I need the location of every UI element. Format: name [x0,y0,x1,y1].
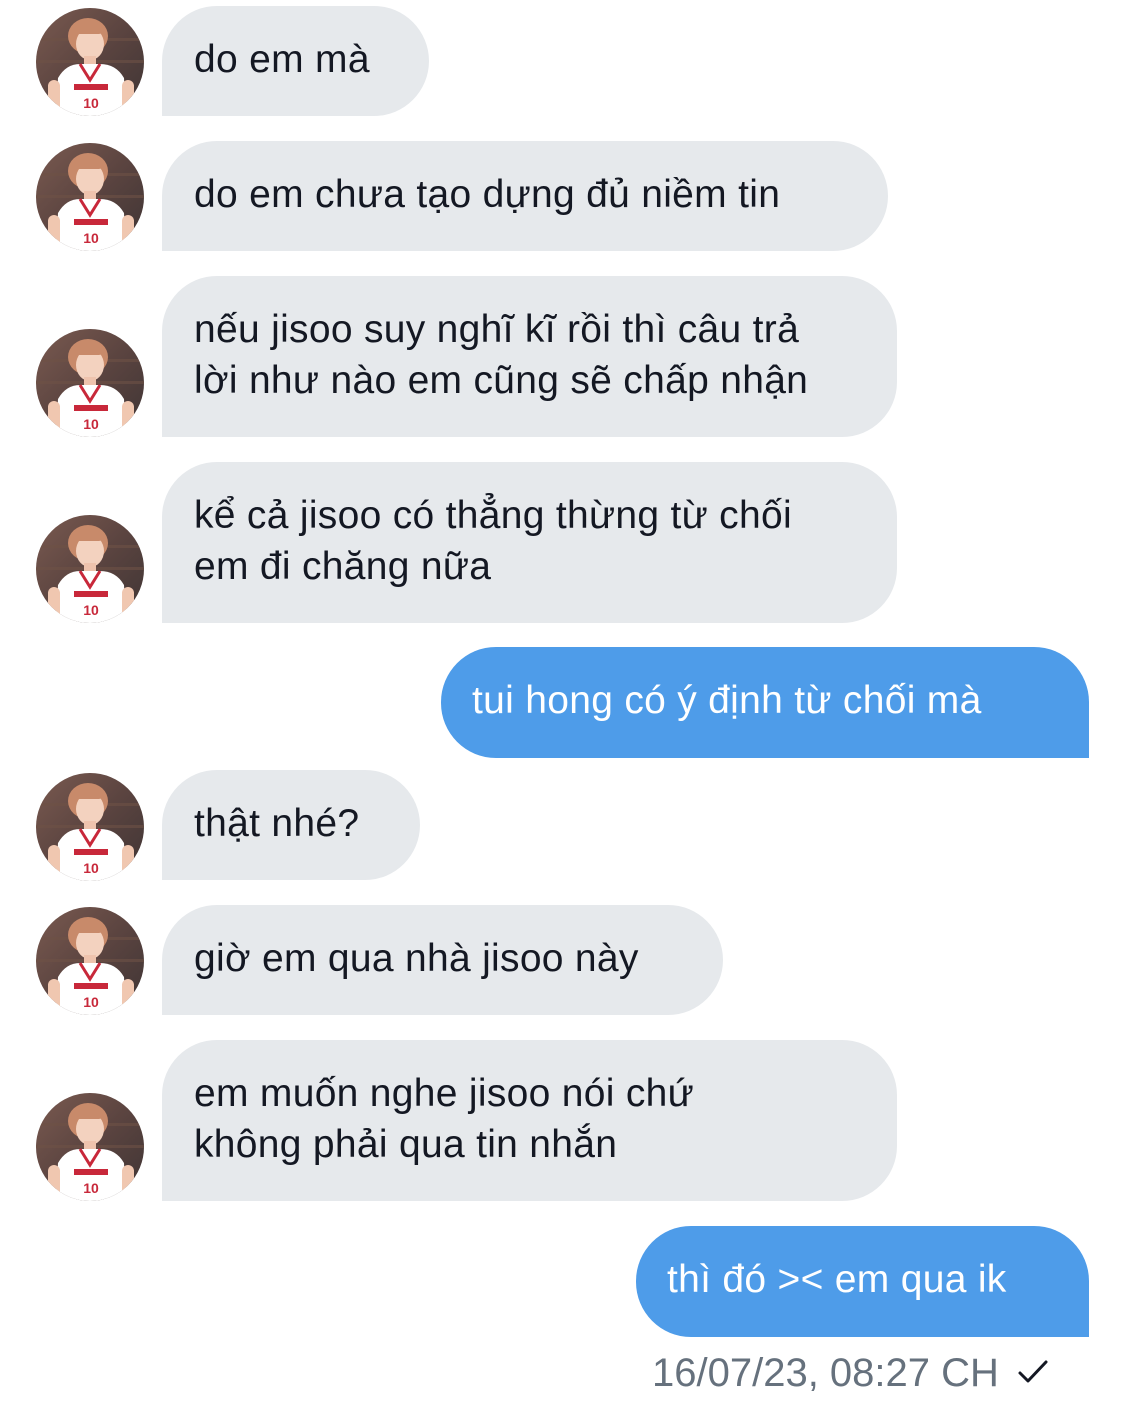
message-text-line: giờ em qua nhà jisoo này [194,937,639,980]
incoming-message-bubble[interactable]: thật nhé? [162,770,420,880]
sender-avatar[interactable] [36,907,144,1015]
message-text-line: không phải qua tin nhắn [194,1123,618,1166]
outgoing-message-bubble[interactable]: tui hong có ý định từ chối mà [441,647,1089,758]
incoming-message-bubble[interactable]: em muốn nghe jisoo nói chứ không phải qua… [162,1040,897,1201]
timestamp: 16/07/23, 08:27 CH [652,1351,999,1395]
message-text-line: lời như nào em cũng sẽ chấp nhận [194,359,809,402]
message-text-line: kể cả jisoo có thẳng thừng từ chối [194,494,792,537]
message-text-line: thật nhé? [194,802,360,845]
incoming-message-bubble[interactable]: nếu jisoo suy nghĩ kĩ rồi thì câu trả lời… [162,276,897,437]
message-text-line: em muốn nghe jisoo nói chứ [194,1072,695,1115]
incoming-message-bubble[interactable]: kể cả jisoo có thẳng thừng từ chối em đi … [162,462,897,623]
incoming-message-bubble[interactable]: giờ em qua nhà jisoo này [162,905,723,1015]
outgoing-message-bubble[interactable]: thì đó >< em qua ik [636,1226,1089,1337]
sender-avatar[interactable] [36,8,144,116]
message-text-line: do em mà [194,38,370,81]
message-text-line: tui hong có ý định từ chối mà [472,679,982,722]
message-text-line: em đi chăng nữa [194,545,492,588]
message-text-line: do em chưa tạo dựng đủ niềm tin [194,173,781,216]
sender-avatar[interactable] [36,329,144,437]
message-meta: 16/07/23, 08:27 CH [652,1345,1049,1401]
incoming-message-bubble[interactable]: do em chưa tạo dựng đủ niềm tin [162,141,888,251]
single-check-icon [1017,1345,1049,1401]
message-text-line: nếu jisoo suy nghĩ kĩ rồi thì câu trả [194,308,800,351]
incoming-message-bubble[interactable]: do em mà [162,6,429,116]
sender-avatar[interactable] [36,515,144,623]
sender-avatar[interactable] [36,773,144,881]
sender-avatar[interactable] [36,1093,144,1201]
sender-avatar[interactable] [36,143,144,251]
message-text-line: thì đó >< em qua ik [667,1258,1007,1301]
